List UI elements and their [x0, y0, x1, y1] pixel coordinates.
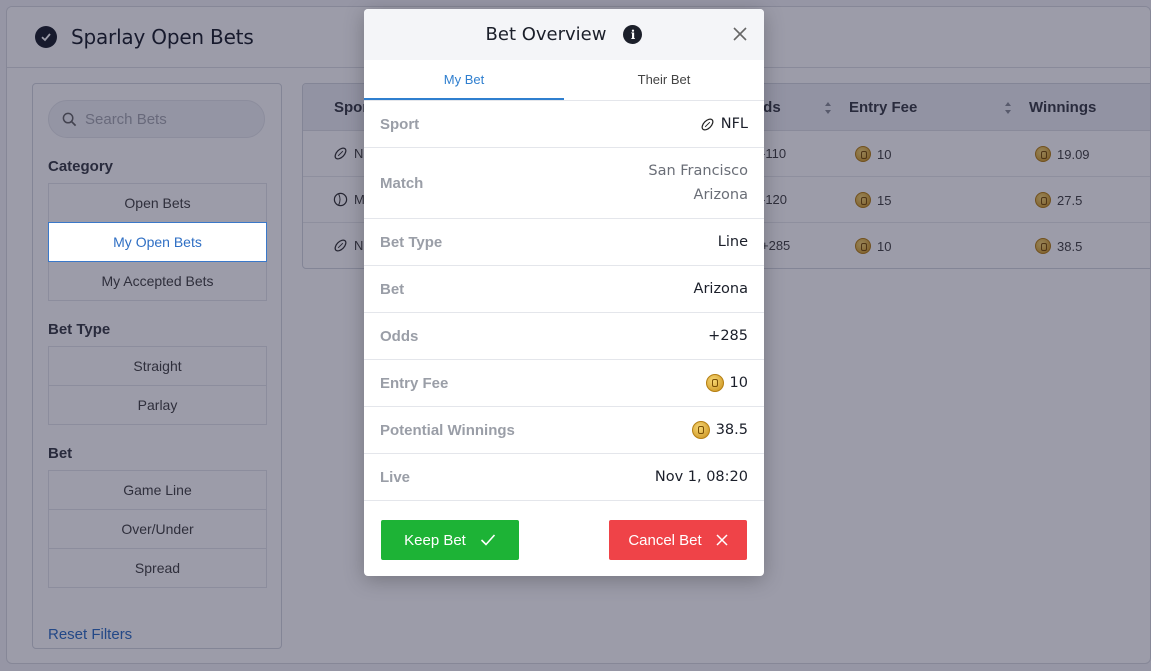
coin-icon	[705, 374, 724, 392]
winnings-value: 38.5	[691, 421, 748, 439]
sport-value: NFL	[700, 116, 748, 132]
close-icon	[716, 534, 728, 546]
detail-row-bet: Bet Arizona	[364, 266, 764, 313]
cancel-bet-button[interactable]: Cancel Bet	[609, 520, 747, 560]
entry-fee-label: Entry Fee	[380, 374, 449, 392]
detail-row-odds: Odds +285	[364, 313, 764, 360]
detail-row-match: Match San Francisco Arizona	[364, 148, 764, 219]
winnings-label: Potential Winnings	[380, 421, 515, 439]
tab-my-bet[interactable]: My Bet	[364, 60, 564, 100]
modal-header: Bet Overview i	[364, 9, 764, 60]
keep-bet-label: Keep Bet	[404, 531, 466, 549]
live-value: Nov 1, 08:20	[654, 469, 748, 485]
keep-bet-button[interactable]: Keep Bet	[381, 520, 519, 560]
close-icon[interactable]	[732, 26, 748, 42]
modal-title: Bet Overview	[485, 24, 607, 45]
detail-row-bet-type: Bet Type Line	[364, 219, 764, 266]
winnings-amount: 38.5	[715, 422, 748, 438]
sport-label: Sport	[380, 115, 420, 133]
football-icon	[701, 118, 714, 130]
info-icon[interactable]: i	[623, 25, 643, 44]
bet-overview-modal: Bet Overview i My Bet Their Bet Sport NF…	[364, 9, 764, 576]
detail-row-entry-fee: Entry Fee 10	[364, 360, 764, 407]
detail-row-winnings: Potential Winnings 38.5	[364, 407, 764, 454]
coin-icon	[691, 421, 710, 439]
bet-type-label: Bet Type	[380, 233, 443, 251]
entry-fee-value: 10	[705, 374, 748, 392]
odds-label: Odds	[380, 327, 419, 345]
match-label: Match	[380, 174, 424, 192]
filter-my-open-bets[interactable]: My Open Bets	[48, 222, 267, 262]
detail-row-live: Live Nov 1, 08:20	[364, 454, 764, 501]
modal-tabs: My Bet Their Bet	[364, 60, 764, 101]
entry-fee-amount: 10	[729, 375, 748, 391]
modal-actions: Keep Bet Cancel Bet	[381, 520, 747, 560]
cancel-bet-label: Cancel Bet	[628, 531, 702, 549]
match-team-2: Arizona	[693, 187, 748, 203]
bet-type-value: Line	[717, 234, 748, 250]
detail-row-sport: Sport NFL	[364, 101, 764, 148]
check-icon	[480, 534, 495, 546]
bet-label: Bet	[380, 280, 405, 298]
odds-value: +285	[708, 328, 748, 344]
match-value: San Francisco Arizona	[648, 159, 748, 207]
bet-value: Arizona	[693, 281, 748, 297]
tab-their-bet[interactable]: Their Bet	[564, 60, 764, 100]
live-label: Live	[380, 468, 411, 486]
sport-value-text: NFL	[720, 116, 748, 132]
match-team-1: San Francisco	[648, 163, 748, 179]
